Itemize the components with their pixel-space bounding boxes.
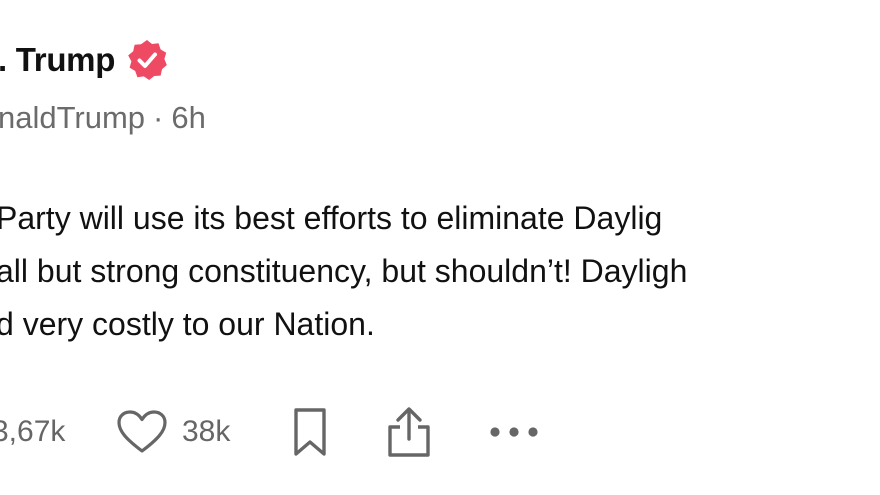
like-count: 38k (182, 415, 231, 448)
meta-separator: · (153, 100, 164, 135)
post-meta-row: naldTrump · 6h (0, 100, 206, 136)
verified-badge-icon (125, 38, 169, 82)
post-body: Party will use its best efforts to elimi… (0, 192, 880, 351)
more-options-icon (488, 425, 540, 439)
like-button[interactable]: 38k (116, 400, 230, 464)
bookmark-button[interactable] (290, 400, 330, 464)
post-text-line: d very costly to our Nation. (0, 306, 375, 342)
post-author-row: . Trump (0, 38, 169, 82)
repost-count: 3,67k (0, 415, 66, 448)
share-icon (384, 405, 434, 459)
author-display-name[interactable]: . Trump (0, 41, 115, 79)
post-text-line: Party will use its best efforts to elimi… (0, 200, 663, 236)
post-timestamp[interactable]: 6h (171, 100, 205, 135)
post-text-line: all but strong constituency, but shouldn… (0, 253, 688, 289)
heart-icon (116, 409, 168, 455)
bookmark-icon (290, 406, 330, 458)
share-button[interactable] (384, 400, 434, 464)
post-action-bar: 3,67k 38k (0, 400, 880, 464)
repost-button[interactable]: 3,67k (0, 400, 65, 464)
author-handle[interactable]: naldTrump (0, 100, 145, 135)
more-options-button[interactable] (488, 400, 540, 464)
